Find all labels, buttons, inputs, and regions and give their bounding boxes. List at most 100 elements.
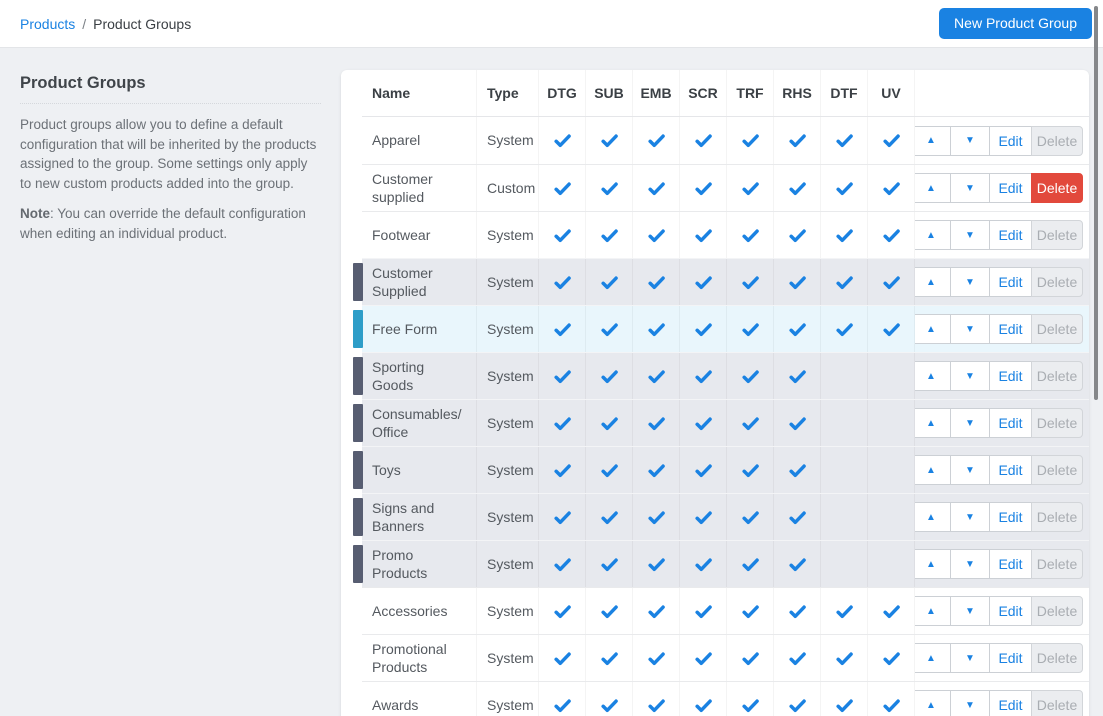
check-icon [647, 414, 666, 433]
check-icon [741, 555, 760, 574]
move-up-button[interactable]: ▲ [915, 220, 951, 250]
move-up-button[interactable]: ▲ [915, 502, 951, 532]
move-down-button[interactable]: ▼ [950, 455, 990, 485]
cell-name: Awards [362, 682, 477, 716]
cell-dtg [539, 635, 586, 681]
cell-scr [680, 682, 727, 716]
check-icon [788, 320, 807, 339]
move-down-button[interactable]: ▼ [950, 643, 990, 673]
check-icon [835, 179, 854, 198]
move-down-button[interactable]: ▼ [950, 314, 990, 344]
cell-actions: ▲▼EditDelete [915, 117, 1089, 164]
delete-button: Delete [1031, 455, 1083, 485]
move-up-button[interactable]: ▲ [915, 126, 951, 156]
cell-actions: ▲▼EditDelete [915, 541, 1089, 587]
edit-button[interactable]: Edit [989, 502, 1032, 532]
edit-button[interactable]: Edit [989, 173, 1032, 203]
check-icon [647, 555, 666, 574]
move-down-button[interactable]: ▼ [950, 596, 990, 626]
cell-dtf [821, 541, 868, 587]
row-action-group: ▲▼EditDelete [915, 126, 1083, 156]
cell-uv [868, 353, 915, 399]
table-row: Sporting GoodsSystem▲▼EditDelete [362, 352, 1089, 399]
move-up-button[interactable]: ▲ [915, 549, 951, 579]
new-product-group-button[interactable]: New Product Group [939, 8, 1092, 39]
move-down-button[interactable]: ▼ [950, 690, 990, 716]
move-down-button[interactable]: ▼ [950, 267, 990, 297]
edit-button[interactable]: Edit [989, 267, 1032, 297]
cell-emb [633, 494, 680, 540]
edit-button[interactable]: Edit [989, 126, 1032, 156]
cell-scr [680, 212, 727, 258]
cell-sub [586, 635, 633, 681]
product-groups-table: NameTypeDTGSUBEMBSCRTRFRHSDTFUV Apparel S… [362, 70, 1089, 716]
cell-dtg [539, 259, 586, 305]
move-down-button[interactable]: ▼ [950, 502, 990, 532]
cell-actions: ▲▼EditDelete [915, 306, 1089, 352]
column-header-dtg: DTG [539, 70, 586, 116]
move-up-button[interactable]: ▲ [915, 643, 951, 673]
breadcrumb-separator: / [82, 16, 86, 32]
vertical-scrollbar-thumb[interactable] [1094, 6, 1098, 400]
row-state-marker [353, 310, 363, 348]
move-up-button[interactable]: ▲ [915, 314, 951, 344]
edit-button[interactable]: Edit [989, 220, 1032, 250]
move-down-button[interactable]: ▼ [950, 549, 990, 579]
check-icon [553, 273, 572, 292]
check-icon [553, 414, 572, 433]
edit-button[interactable]: Edit [989, 596, 1032, 626]
move-down-button[interactable]: ▼ [950, 220, 990, 250]
edit-button[interactable]: Edit [989, 643, 1032, 673]
move-down-button[interactable]: ▼ [950, 126, 990, 156]
move-up-button[interactable]: ▲ [915, 690, 951, 716]
check-icon [694, 508, 713, 527]
check-icon [741, 508, 760, 527]
row-action-group: ▲▼EditDelete [915, 690, 1083, 716]
move-down-button[interactable]: ▼ [950, 361, 990, 391]
table-row: AwardsSystem▲▼EditDelete [362, 681, 1089, 716]
cell-dtg [539, 541, 586, 587]
move-up-button[interactable]: ▲ [915, 455, 951, 485]
cell-dtg [539, 353, 586, 399]
check-icon [741, 179, 760, 198]
check-icon [694, 179, 713, 198]
cell-scr [680, 635, 727, 681]
cell-name: Apparel [362, 117, 477, 164]
cell-sub [586, 353, 633, 399]
cell-rhs [774, 447, 821, 493]
check-icon [835, 273, 854, 292]
edit-button[interactable]: Edit [989, 314, 1032, 344]
edit-button[interactable]: Edit [989, 408, 1032, 438]
cell-uv [868, 165, 915, 211]
move-up-button[interactable]: ▲ [915, 361, 951, 391]
cell-dtg [539, 165, 586, 211]
move-up-button[interactable]: ▲ [915, 596, 951, 626]
edit-button[interactable]: Edit [989, 361, 1032, 391]
edit-button[interactable]: Edit [989, 549, 1032, 579]
cell-scr [680, 588, 727, 634]
move-up-button[interactable]: ▲ [915, 267, 951, 297]
move-down-button[interactable]: ▼ [950, 173, 990, 203]
cell-sub [586, 400, 633, 446]
edit-button[interactable]: Edit [989, 690, 1032, 716]
move-up-button[interactable]: ▲ [915, 173, 951, 203]
cell-dtg [539, 306, 586, 352]
cell-trf [727, 588, 774, 634]
check-icon [694, 367, 713, 386]
cell-name: Promotional Products [362, 635, 477, 681]
cell-name: Footwear [362, 212, 477, 258]
cell-dtf [821, 212, 868, 258]
check-icon [647, 696, 666, 715]
delete-button[interactable]: Delete [1031, 173, 1083, 203]
check-icon [882, 320, 901, 339]
cell-name: Signs and Banners [362, 494, 477, 540]
table-row: FootwearSystem▲▼EditDelete [362, 211, 1089, 258]
cell-name: Customer supplied [362, 165, 477, 211]
move-up-button[interactable]: ▲ [915, 408, 951, 438]
table-header-row: NameTypeDTGSUBEMBSCRTRFRHSDTFUV [362, 70, 1089, 117]
cell-rhs [774, 259, 821, 305]
move-down-button[interactable]: ▼ [950, 408, 990, 438]
edit-button[interactable]: Edit [989, 455, 1032, 485]
cell-dtf [821, 635, 868, 681]
breadcrumb-link-products[interactable]: Products [20, 16, 75, 32]
